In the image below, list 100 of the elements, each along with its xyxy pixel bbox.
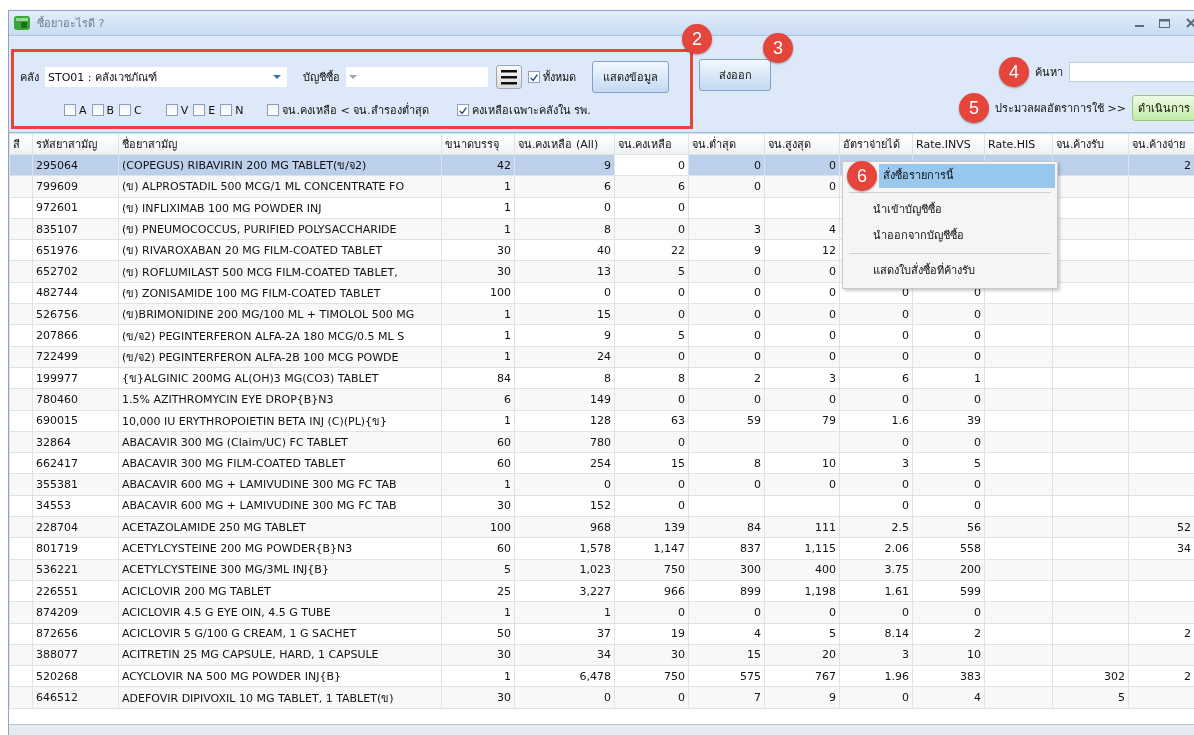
- table-row[interactable]: 355381 ABACAVIR 600 MG + LAMIVUDINE 300 MG FC TAB 1 0 0 0 0 0 0: [9, 473, 1194, 496]
- table-cell: (ข/จ2) PEGINTERFERON ALFA-2B 100 MCG POWDE: [118, 346, 442, 368]
- table-row[interactable]: 780460 1.5% AZITHROMYCIN EYE DROP{B}N3 6 149 0 0 0 0 0: [9, 388, 1194, 411]
- column-header[interactable]: ขนาดบรรจุ: [441, 133, 515, 155]
- table-row[interactable]: 32864 ABACAVIR 300 MG (Claim/UC) FC TABLET 60 780 0 0 0: [9, 431, 1194, 453]
- table-cell: (ข) ALPROSTADIL 500 MCG/1 ML CONCENTRATE FO: [118, 175, 442, 198]
- table-row[interactable]: 690015 10,000 IU ERYTHROPOIETIN BETA INJ (C)(PL){ข} 1 128 63 59 79 1.6 39: [9, 410, 1194, 432]
- window-title: ซื้อยาอะไรดี ?: [37, 15, 105, 32]
- table-cell: ADEFOVIR DIPIVOXIL 10 MG TABLET, 1 TABLET(ข): [118, 686, 442, 709]
- table-cell: (ข) INFLIXIMAB 100 MG POWDER INJ: [118, 197, 442, 219]
- table-cell: (ข) ZONISAMIDE 100 MG FILM-COATED TABLET: [118, 282, 442, 304]
- search-label: ค้นหา: [1035, 65, 1063, 81]
- column-header[interactable]: จน.ค้างรับ: [1052, 133, 1129, 155]
- table-cell: 6: [614, 175, 689, 198]
- table-cell: ACETAZOLAMIDE 250 MG TABLET: [118, 516, 442, 538]
- caret-icon: [273, 75, 281, 79]
- checkbox[interactable]: [119, 104, 132, 116]
- table-row[interactable]: 226551 ACICLOVIR 200 MG TABLET 25 3,227 966 899 1,198 1.61 599: [9, 580, 1194, 602]
- column-header[interactable]: สี: [9, 133, 33, 155]
- menu-icon: [501, 69, 517, 85]
- menu-item[interactable]: แสดงใบสั่งซื้อที่ค้างรับ: [845, 258, 1055, 284]
- table-row[interactable]: 874209 ACICLOVIR 4.5 G EYE OIN, 4.5 G TUBE 1 1 0 0 0 0 0: [9, 601, 1194, 624]
- callout-number: 6: [847, 161, 877, 191]
- checkbox-label: A: [79, 103, 87, 117]
- table-row[interactable]: 207866 (ข/จ2) PEGINTERFERON ALFA-2A 180 MCG/0.5 ML S 1 9 5 0 0 0 0: [9, 324, 1194, 347]
- column-header[interactable]: จน.สูงสุด: [764, 133, 840, 155]
- table-row[interactable]: 520268 ACYCLOVIR NA 500 MG POWDER INJ{B} 1 6,478 750 575 767 1.96 383 302 2: [9, 665, 1194, 687]
- table-cell: (ข) PNEUMOCOCCUS, PURIFIED POLYSACCHARIDE: [118, 218, 442, 240]
- table-row[interactable]: 34553 ABACAVIR 600 MG + LAMIVUDINE 300 MG FC TAB 30 152 0 0 0: [9, 495, 1194, 517]
- checkbox-label: E: [208, 103, 216, 117]
- checkbox[interactable]: [91, 104, 104, 116]
- checkbox[interactable]: [165, 104, 178, 116]
- close-icon: [1185, 17, 1194, 29]
- callout-number: 3: [763, 33, 793, 63]
- callout-number: 2: [682, 24, 712, 54]
- table-cell: 6: [514, 175, 615, 198]
- checkbox[interactable]: [528, 71, 540, 83]
- search-field[interactable]: [1069, 62, 1194, 82]
- column-header[interactable]: Rate.HIS: [984, 133, 1053, 155]
- table-cell: ACICLOVIR 200 MG TABLET: [118, 580, 442, 602]
- table-cell: (ข) ROFLUMILAST 500 MCG FILM-COATED TABLET,: [118, 261, 442, 283]
- table-cell: (ข/จ2) PEGINTERFERON ALFA-2A 180 MCG/0.5 ML S: [118, 324, 442, 347]
- maximize-icon: [1158, 16, 1171, 30]
- table-cell: {ข}ALGINIC 200MG AL(OH)3 MG(CO3) TABLET: [118, 367, 442, 389]
- table-cell: ABACAVIR 300 MG FILM-COATED TABLET: [118, 452, 442, 474]
- field-label: คลัง: [20, 70, 39, 86]
- column-header[interactable]: Rate.INVS: [912, 133, 985, 155]
- run-button[interactable]: ดำเนินการ: [1131, 95, 1194, 121]
- app-icon: [13, 15, 31, 31]
- table-row[interactable]: 536221 ACETYLCYSTEINE 300 MG/3ML INJ{B} 5 1,023 750 300 400 3.75 200: [9, 559, 1194, 581]
- table-cell: 10,000 IU ERYTHROPOIETIN BETA INJ (C)(PL){ข}: [118, 410, 442, 432]
- menu-button[interactable]: [496, 65, 522, 89]
- column-header[interactable]: จน.ค้างจ่าย: [1128, 133, 1194, 155]
- checkbox-label: ทั้งหมด: [543, 69, 576, 86]
- table-row[interactable]: 228704 ACETAZOLAMIDE 250 MG TABLET 100 968 139 84 111 2.5 56 52: [9, 516, 1194, 538]
- table-row[interactable]: 646512 ADEFOVIR DIPIVOXIL 10 MG TABLET, 1 TABLET(ข) 30 0 0 7 9 0 4 5: [9, 686, 1194, 709]
- table-cell: 0: [764, 175, 840, 198]
- column-header[interactable]: อัตราจ่ายได้: [839, 133, 913, 155]
- warehouse-dropdown[interactable]: STO01 : คลังเวชภัณฑ์: [45, 67, 287, 87]
- table-cell: ABACAVIR 300 MG (Claim/UC) FC TABLET: [118, 431, 442, 453]
- table-cell: 0: [688, 175, 765, 198]
- checkbox[interactable]: [193, 104, 206, 116]
- table-cell: ACICLOVIR 5 G/100 G CREAM, 1 G SACHET: [118, 623, 442, 645]
- checkbox[interactable]: [64, 104, 76, 116]
- table-row[interactable]: 199977 {ข}ALGINIC 200MG AL(OH)3 MG(CO3) TABLET 84 8 8 2 3 6 1: [9, 367, 1194, 389]
- checkbox-label: N: [235, 103, 244, 117]
- checkbox[interactable]: [220, 104, 233, 116]
- export-button[interactable]: ส่งออก: [699, 59, 771, 91]
- table-cell: ACITRETIN 25 MG CAPSULE, HARD, 1 CAPSULE: [118, 644, 442, 666]
- checkbox-label: คงเหลือเฉพาะคลังใน รพ.: [471, 103, 591, 119]
- show-data-button[interactable]: แสดงข้อมูล: [592, 61, 669, 93]
- column-header[interactable]: รหัสยาสามัญ: [32, 133, 119, 155]
- checkmark-icon: [457, 104, 468, 116]
- column-header[interactable]: จน.คงเหลือ (All): [514, 133, 615, 155]
- checkbox[interactable]: [267, 104, 280, 116]
- field-label: บัญชีซื้อ: [303, 69, 340, 86]
- callout-number: 4: [999, 57, 1029, 87]
- table-cell: (COPEGUS) RIBAVIRIN 200 MG TABLET(ข/จ2): [118, 154, 442, 176]
- minimize-icon: [1135, 25, 1144, 27]
- table-row[interactable]: 526756 (ข)BRIMONIDINE 200 MG/100 ML + TIMOLOL 500 MG 1 15 0 0 0 0 0: [9, 303, 1194, 325]
- table-cell: ACETYLCYSTEINE 300 MG/3ML INJ{B}: [118, 559, 442, 581]
- checkbox[interactable]: [456, 104, 469, 116]
- scroll-bar[interactable]: [9, 724, 1194, 735]
- table-row[interactable]: 801719 ACETYLCYSTEINE 200 MG POWDER{B}N3 60 1,578 1,147 837 1,115 2.06 558 34: [9, 537, 1194, 560]
- table-cell: 1.5% AZITHROMYCIN EYE DROP{B}N3: [118, 388, 442, 411]
- table-cell: 799609: [32, 175, 119, 198]
- menu-item[interactable]: สั่งซื้อรายการนี้: [879, 164, 1055, 188]
- process-label: ประมวลผลอัตราการใช้ >>: [995, 101, 1126, 117]
- column-header[interactable]: จน.คงเหลือ: [614, 133, 689, 155]
- table-cell: ACICLOVIR 4.5 G EYE OIN, 4.5 G TUBE: [118, 601, 442, 624]
- table-row[interactable]: 662417 ABACAVIR 300 MG FILM-COATED TABLET 60 254 15 8 10 3 5: [9, 452, 1194, 474]
- table-cell: 1: [441, 175, 515, 198]
- table-row[interactable]: 872656 ACICLOVIR 5 G/100 G CREAM, 1 G SACHET 50 37 19 4 5 8.14 2 2: [9, 623, 1194, 645]
- checkbox-label: B: [106, 103, 115, 117]
- table-row[interactable]: 388077 ACITRETIN 25 MG CAPSULE, HARD, 1 CAPSULE 30 34 30 15 20 3 10: [9, 644, 1194, 666]
- checkbox-label: V: [180, 103, 189, 117]
- column-header[interactable]: จน.ต่ำสุด: [688, 133, 765, 155]
- column-header[interactable]: ชื่อยาสามัญ: [118, 133, 442, 155]
- table-row[interactable]: 722499 (ข/จ2) PEGINTERFERON ALFA-2B 100 MCG POWDE 1 24 0 0 0 0 0: [9, 346, 1194, 368]
- table-cell: ACETYLCYSTEINE 200 MG POWDER{B}N3: [118, 537, 442, 560]
